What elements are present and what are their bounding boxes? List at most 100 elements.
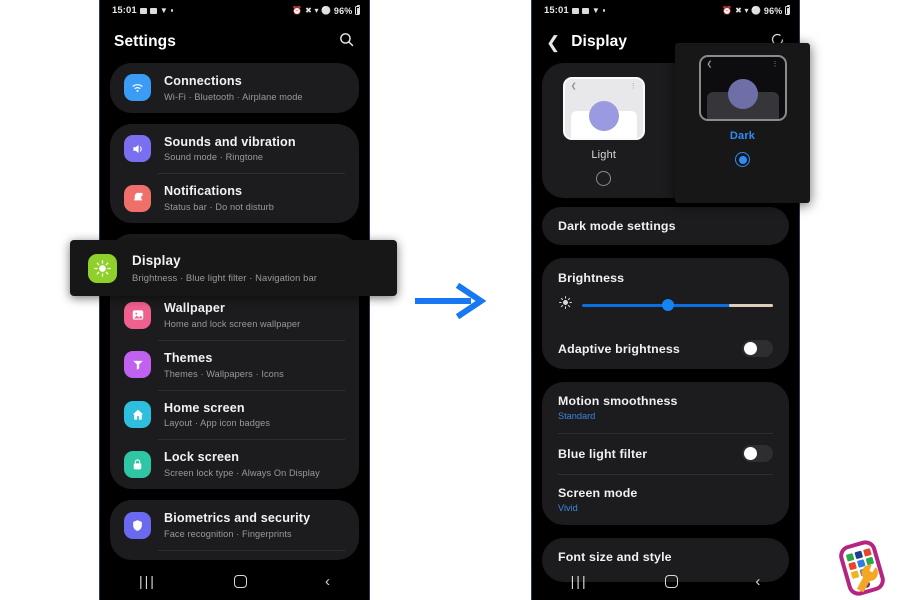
slider-thumb[interactable]: [661, 299, 674, 311]
dark-mode-highlight-callout[interactable]: ❮ ⋮ Dark: [675, 43, 810, 203]
list-item-title: Sounds and vibration: [164, 134, 296, 149]
navigation-bar-right: ||| ‹: [532, 562, 799, 600]
row-label: Screen mode: [558, 486, 638, 500]
row-blue-light-filter[interactable]: Blue light filter: [542, 433, 789, 474]
dnd-icon: ⚪: [321, 5, 332, 15]
list-item-title: Home screen: [164, 400, 245, 415]
slider-tail: [729, 304, 773, 307]
left-phone-screen: 15:01 ▼ ⏰ ✖ ▾ ⚪ 96% Settings Connections…: [99, 0, 370, 600]
callout-title: Display: [132, 253, 181, 269]
home-icon[interactable]: [233, 574, 247, 588]
adaptive-brightness-toggle[interactable]: [742, 340, 773, 357]
list-item-subtitle: Themes · Wallpapers · Icons: [164, 368, 284, 379]
wifi-icon: [124, 74, 151, 102]
settings-group-connections: Connections Wi-Fi · Bluetooth · Airplane…: [110, 63, 359, 113]
list-item-subtitle: Home and lock screen wallpaper: [164, 318, 301, 329]
status-time: 15:01: [112, 5, 137, 16]
list-item[interactable]: Lock screen Screen lock type · Always On…: [110, 439, 359, 489]
screenshot-root: 15:01 ▼ ⏰ ✖ ▾ ⚪ 96% Settings Connections…: [0, 0, 900, 600]
mute-icon: ✖: [305, 5, 312, 15]
radio-dark[interactable]: [735, 152, 750, 167]
dark-preview-thumbnail: ❮ ⋮: [698, 55, 787, 121]
themes-icon: [124, 351, 151, 379]
settings-group-sound: Sounds and vibration Sound mode · Ringto…: [110, 123, 359, 224]
row-adaptive-brightness[interactable]: Adaptive brightness: [542, 328, 789, 369]
download-icon: ▼: [591, 5, 600, 15]
row-label: Motion smoothness: [558, 394, 678, 408]
list-item[interactable]: Notifications Status bar · Do not distur…: [110, 173, 359, 223]
back-chevron-icon[interactable]: ❮: [546, 34, 560, 51]
brightness-slider[interactable]: [582, 298, 773, 312]
row-value: Vivid: [558, 503, 578, 513]
home-icon[interactable]: [664, 574, 678, 588]
speaker-icon: [124, 135, 151, 163]
message-icon: [149, 7, 157, 14]
list-item-subtitle: Wi-Fi · Bluetooth · Airplane mode: [164, 91, 303, 102]
list-item-title: Connections: [164, 74, 242, 88]
recents-icon[interactable]: |||: [139, 573, 156, 589]
home-icon: [124, 401, 151, 429]
row-label: Blue light filter: [558, 446, 648, 461]
wifi-icon: ▾: [314, 5, 319, 15]
list-item-partial[interactable]: [110, 549, 359, 560]
light-preview-thumbnail: ❮ ⋮: [562, 77, 645, 140]
list-item[interactable]: Themes Themes · Wallpapers · Icons: [110, 339, 359, 390]
recents-icon[interactable]: |||: [571, 573, 588, 589]
brightness-control[interactable]: [542, 285, 789, 328]
list-item-subtitle: Layout · App icon badges: [164, 418, 271, 429]
mode-label-light: Light: [591, 149, 617, 161]
row-value: Standard: [558, 411, 596, 421]
shield-icon: [124, 511, 151, 539]
status-bar-left: 15:01 ▼ ⏰ ✖ ▾ ⚪ 96%: [100, 0, 369, 21]
right-arrow-icon: [413, 282, 488, 324]
navigation-bar-left: ||| ‹: [100, 562, 369, 600]
list-item[interactable]: Biometrics and security Face recognition…: [110, 500, 359, 550]
list-item-subtitle: Screen lock type · Always On Display: [164, 468, 320, 479]
row-screen-mode[interactable]: Screen mode Vivid: [542, 474, 789, 525]
list-item-title: Wallpaper: [164, 301, 226, 316]
dnd-icon: ⚪: [751, 5, 762, 15]
row-label: Adaptive brightness: [558, 341, 680, 356]
mail-icon: [139, 7, 147, 14]
mode-option-light[interactable]: ❮ ⋮ Light: [542, 77, 666, 186]
list-item-title: Lock screen: [164, 450, 240, 465]
list-item-subtitle: Sound mode · Ringtone: [164, 152, 264, 163]
list-item[interactable]: Sounds and vibration Sound mode · Ringto…: [110, 124, 359, 174]
brightness-icon: [558, 295, 573, 315]
image-icon: [124, 301, 151, 329]
brightness-label: Brightness: [558, 271, 625, 285]
display-highlight-callout[interactable]: Display Brightness · Blue light filter ·…: [70, 240, 397, 296]
message-icon: [581, 7, 589, 14]
motion-screen-card: Motion smoothness Standard Blue light fi…: [542, 382, 789, 525]
settings-app-bar: Settings: [100, 21, 369, 63]
mail-icon: [571, 7, 579, 14]
mute-icon: ✖: [735, 5, 742, 15]
settings-group-security: Biometrics and security Face recognition…: [110, 500, 359, 560]
brightness-card: Brightness Adaptive brightness: [542, 258, 789, 369]
battery-icon: [785, 4, 790, 15]
row-label: Dark mode settings: [558, 219, 676, 233]
list-item[interactable]: Connections Wi-Fi · Bluetooth · Airplane…: [110, 63, 359, 113]
list-item-title: Themes: [164, 350, 213, 365]
phone-wrench-logo: [833, 540, 891, 600]
alarm-icon: ⏰: [722, 5, 733, 15]
dark-mode-settings-card: Dark mode settings: [542, 207, 789, 245]
callout-subtitle: Brightness · Blue light filter · Navigat…: [132, 271, 317, 283]
radio-light[interactable]: [596, 171, 612, 186]
blue-light-filter-toggle[interactable]: [742, 445, 773, 462]
back-icon[interactable]: ‹: [325, 573, 330, 590]
page-title: Display: [571, 33, 628, 50]
list-item-subtitle: Face recognition · Fingerprints: [164, 528, 292, 539]
search-icon[interactable]: [338, 31, 355, 53]
dot-icon: [170, 9, 174, 12]
wifi-icon: ▾: [744, 5, 749, 15]
lock-icon: [124, 450, 151, 478]
back-icon[interactable]: ‹: [755, 573, 760, 590]
battery-percent: 96%: [333, 5, 353, 16]
row-motion-smoothness[interactable]: Motion smoothness Standard: [542, 382, 789, 433]
row-dark-mode-settings[interactable]: Dark mode settings: [542, 207, 789, 245]
brightness-icon: [88, 253, 117, 283]
battery-percent: 96%: [763, 5, 783, 16]
list-item[interactable]: Home screen Layout · App icon badges: [110, 389, 359, 440]
list-item[interactable]: Wallpaper Home and lock screen wallpaper: [110, 290, 359, 340]
